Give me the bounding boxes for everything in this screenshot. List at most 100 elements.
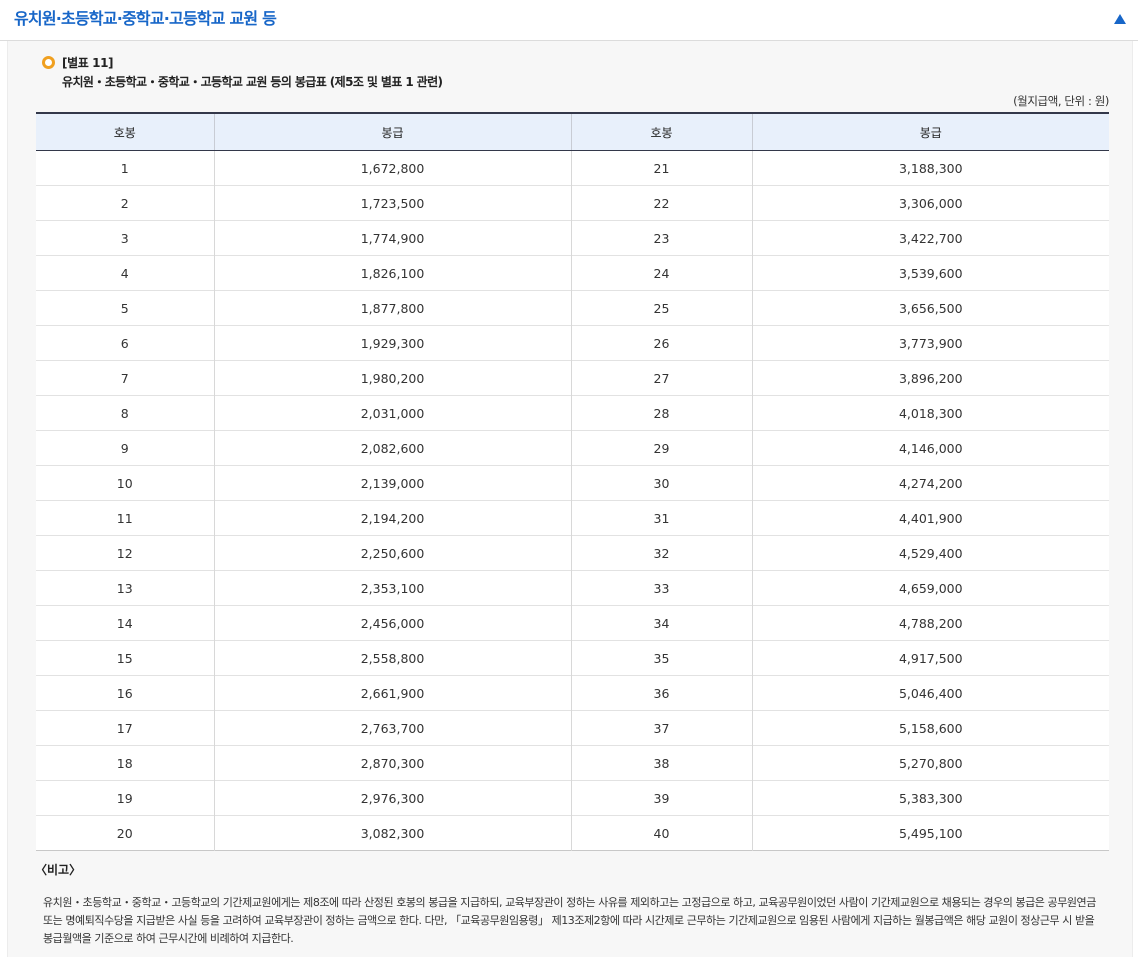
salary-cell: 4,788,200: [751, 605, 1109, 641]
salary-cell: 1,672,800: [213, 150, 571, 186]
salary-cell: 5,158,600: [751, 710, 1109, 746]
salary-cell: 2,558,800: [213, 640, 571, 676]
salary-cell: 3,306,000: [751, 185, 1109, 221]
salary-table: 호봉 봉급 호봉 봉급 1 1,672,800 21 3,188,300 2 1,723,…: [36, 112, 1109, 851]
header-salary: 봉급: [213, 113, 571, 151]
step-cell: 29: [570, 430, 752, 466]
content-panel: [별표 11] 유치원・초등학교・중학교・고등학교 교원 등의 봉급표 (제5조…: [7, 41, 1133, 957]
step-cell: 3: [36, 220, 214, 256]
salary-cell: 4,146,000: [751, 430, 1109, 466]
salary-cell: 3,082,300: [213, 815, 571, 851]
step-cell: 20: [36, 815, 214, 851]
step-cell: 37: [570, 710, 752, 746]
step-cell: 10: [36, 465, 214, 501]
salary-cell: 3,773,900: [751, 325, 1109, 361]
step-cell: 30: [570, 465, 752, 501]
step-cell: 16: [36, 675, 214, 711]
table-row: 3 1,774,900 23 3,422,700: [36, 220, 1109, 256]
collapse-triangle-icon[interactable]: [1114, 14, 1126, 24]
step-cell: 22: [570, 185, 752, 221]
step-cell: 36: [570, 675, 752, 711]
step-cell: 21: [570, 150, 752, 186]
step-cell: 17: [36, 710, 214, 746]
table-row: 2 1,723,500 22 3,306,000: [36, 185, 1109, 221]
step-cell: 40: [570, 815, 752, 851]
salary-cell: 4,274,200: [751, 465, 1109, 501]
table-row: 11 2,194,200 31 4,401,900: [36, 500, 1109, 536]
step-cell: 34: [570, 605, 752, 641]
step-cell: 19: [36, 780, 214, 816]
header-step: 호봉: [36, 113, 214, 151]
table-row: 12 2,250,600 32 4,529,400: [36, 535, 1109, 571]
salary-cell: 4,659,000: [751, 570, 1109, 606]
section-title: 유치원·초등학교·중학교·고등학교 교원 등: [14, 9, 277, 28]
salary-cell: 5,270,800: [751, 745, 1109, 781]
table-row: 9 2,082,600 29 4,146,000: [36, 430, 1109, 466]
salary-cell: 3,188,300: [751, 150, 1109, 186]
salary-cell: 4,529,400: [751, 535, 1109, 571]
salary-cell: 2,976,300: [213, 780, 571, 816]
step-cell: 28: [570, 395, 752, 431]
step-cell: 5: [36, 290, 214, 326]
table-title: 유치원・초등학교・중학교・고등학교 교원 등의 봉급표 (제5조 및 별표 1 …: [62, 75, 443, 89]
salary-cell: 2,353,100: [213, 570, 571, 606]
salary-cell: 2,250,600: [213, 535, 571, 571]
salary-cell: 1,980,200: [213, 360, 571, 396]
header-salary: 봉급: [751, 113, 1109, 151]
salary-cell: 2,082,600: [213, 430, 571, 466]
step-cell: 2: [36, 185, 214, 221]
step-cell: 4: [36, 255, 214, 291]
step-cell: 26: [570, 325, 752, 361]
remarks-title: 〈비고〉: [35, 863, 82, 877]
salary-cell: 1,877,800: [213, 290, 571, 326]
salary-cell: 4,018,300: [751, 395, 1109, 431]
salary-cell: 3,896,200: [751, 360, 1109, 396]
table-row: 19 2,976,300 39 5,383,300: [36, 780, 1109, 816]
table-header-row: 호봉 봉급 호봉 봉급: [36, 113, 1109, 151]
step-cell: 7: [36, 360, 214, 396]
section-header[interactable]: 유치원·초등학교·중학교·고등학교 교원 등: [0, 0, 1138, 41]
table-row: 16 2,661,900 36 5,046,400: [36, 675, 1109, 711]
table-row: 10 2,139,000 30 4,274,200: [36, 465, 1109, 501]
step-cell: 13: [36, 570, 214, 606]
table-row: 4 1,826,100 24 3,539,600: [36, 255, 1109, 291]
table-row: 14 2,456,000 34 4,788,200: [36, 605, 1109, 641]
step-cell: 15: [36, 640, 214, 676]
salary-cell: 2,870,300: [213, 745, 571, 781]
table-row: 17 2,763,700 37 5,158,600: [36, 710, 1109, 746]
step-cell: 12: [36, 535, 214, 571]
step-cell: 18: [36, 745, 214, 781]
salary-cell: 2,031,000: [213, 395, 571, 431]
table-row: 5 1,877,800 25 3,656,500: [36, 290, 1109, 326]
salary-cell: 1,929,300: [213, 325, 571, 361]
unit-note: (월지급액, 단위 : 원): [1013, 94, 1109, 108]
salary-cell: 1,826,100: [213, 255, 571, 291]
salary-cell: 2,139,000: [213, 465, 571, 501]
table-row: 1 1,672,800 21 3,188,300: [36, 150, 1109, 186]
remarks-text: 유치원・초등학교・중학교・고등학교의 기간제교원에게는 제8조에 따라 산정된 …: [43, 896, 1096, 945]
salary-cell: 5,383,300: [751, 780, 1109, 816]
step-cell: 35: [570, 640, 752, 676]
step-cell: 38: [570, 745, 752, 781]
step-cell: 11: [36, 500, 214, 536]
salary-cell: 5,046,400: [751, 675, 1109, 711]
table-row: 15 2,558,800 35 4,917,500: [36, 640, 1109, 676]
salary-cell: 3,422,700: [751, 220, 1109, 256]
salary-cell: 2,194,200: [213, 500, 571, 536]
table-row: 13 2,353,100 33 4,659,000: [36, 570, 1109, 606]
step-cell: 23: [570, 220, 752, 256]
table-row: 20 3,082,300 40 5,495,100: [36, 815, 1109, 851]
table-row: 6 1,929,300 26 3,773,900: [36, 325, 1109, 361]
table-row: 8 2,031,000 28 4,018,300: [36, 395, 1109, 431]
step-cell: 24: [570, 255, 752, 291]
salary-cell: 3,539,600: [751, 255, 1109, 291]
salary-cell: 1,774,900: [213, 220, 571, 256]
salary-cell: 1,723,500: [213, 185, 571, 221]
step-cell: 32: [570, 535, 752, 571]
step-cell: 9: [36, 430, 214, 466]
step-cell: 27: [570, 360, 752, 396]
table-reference: [별표 11]: [62, 56, 114, 70]
step-cell: 25: [570, 290, 752, 326]
step-cell: 33: [570, 570, 752, 606]
salary-cell: 4,917,500: [751, 640, 1109, 676]
